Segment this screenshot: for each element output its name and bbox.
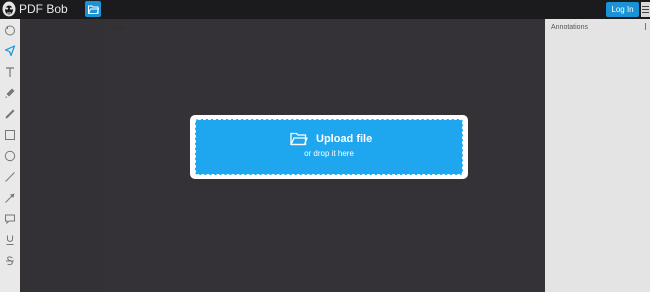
comment-tool-icon[interactable] — [2, 211, 18, 227]
text-tool-icon[interactable] — [2, 64, 18, 80]
annotations-panel-title: Annotations — [551, 24, 588, 31]
log-in-button[interactable]: Log In — [606, 2, 639, 17]
upload-button[interactable]: Upload file — [290, 131, 372, 147]
rectangle-tool-icon[interactable] — [2, 127, 18, 143]
line-tool-icon[interactable] — [2, 169, 18, 185]
bob-logo-icon — [2, 1, 16, 17]
folder-open-icon — [290, 132, 308, 146]
annotations-panel — [545, 19, 650, 292]
drop-hint-text: or drop it here — [304, 149, 354, 158]
highlighter-tool-icon[interactable] — [2, 85, 18, 101]
underline-tool-icon[interactable] — [2, 232, 18, 248]
strikethrough-tool-icon[interactable] — [2, 253, 18, 269]
hamburger-icon — [642, 6, 649, 7]
open-file-button[interactable] — [85, 1, 101, 17]
tool-sidebar — [0, 19, 20, 292]
pencil-tool-icon[interactable] — [2, 106, 18, 122]
folder-open-icon — [87, 5, 99, 14]
select-tool-icon[interactable] — [2, 43, 18, 59]
upload-dropzone[interactable] — [195, 119, 463, 175]
canvas-ghost-mark: ▫▫▫▫ — [113, 23, 125, 32]
ellipse-tool-icon[interactable] — [2, 148, 18, 164]
top-bar: PDF Bob Log In — [0, 0, 650, 19]
pan-tool-icon[interactable] — [2, 22, 18, 38]
upload-file-label: Upload file — [316, 133, 373, 145]
app-name: PDF Bob — [19, 2, 68, 16]
panel-collapse-handle[interactable] — [645, 23, 646, 30]
menu-button[interactable] — [641, 2, 650, 17]
arrow-tool-icon[interactable] — [2, 190, 18, 206]
canvas-left-margin — [20, 19, 104, 292]
